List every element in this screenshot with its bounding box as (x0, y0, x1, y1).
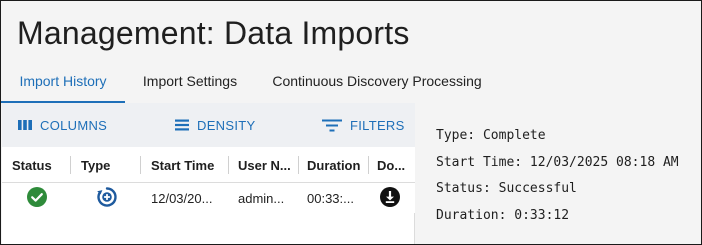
column-header-status[interactable]: Status (12, 147, 68, 183)
table-row[interactable]: 12/03/20... admin... 00:33:... (2, 183, 415, 213)
detail-type: Type: Complete (436, 128, 546, 143)
filter-icon (322, 119, 342, 132)
filters-button[interactable]: FILTERS (322, 103, 405, 147)
start-time-cell: 12/03/20... (151, 190, 213, 206)
detail-start-time: Start Time: 12/03/2025 08:18 AM (436, 154, 679, 170)
duration-cell: 00:33:... (307, 190, 354, 206)
detail-duration: Duration: 0:33:12 (436, 207, 570, 223)
grid-toolbar: COLUMNS DENSITY FILTERS (2, 103, 415, 147)
column-separator[interactable] (70, 156, 71, 174)
filters-label: FILTERS (350, 117, 405, 133)
tab-import-history[interactable]: Import History (1, 59, 125, 103)
tab-bar: Import History Import Settings Continuou… (1, 59, 701, 103)
import-type-icon (96, 186, 118, 211)
import-details-panel: Type: Complete Start Time: 12/03/2025 08… (436, 123, 701, 229)
column-header-type[interactable]: Type (81, 147, 131, 183)
columns-icon (18, 119, 32, 131)
download-cell (368, 183, 412, 213)
column-header-user-name[interactable]: User N... (238, 147, 298, 183)
status-cell (2, 183, 72, 213)
column-header-start-time[interactable]: Start Time (151, 147, 229, 183)
column-separator[interactable] (368, 156, 369, 174)
app-window: Management: Data Imports Import History … (0, 0, 702, 245)
density-icon (175, 119, 189, 131)
detail-status: Status: Successful (436, 181, 577, 196)
import-history-grid: COLUMNS DENSITY FILTERS Status Type Star… (2, 103, 415, 244)
column-separator[interactable] (298, 156, 299, 174)
column-separator[interactable] (140, 156, 141, 174)
column-separator[interactable] (228, 156, 229, 174)
tab-continuous-discovery-processing[interactable]: Continuous Discovery Processing (255, 59, 499, 103)
grid-header-row: Status Type Start Time User N... Duratio… (2, 147, 415, 183)
density-button[interactable]: DENSITY (175, 103, 255, 147)
user-name-cell: admin... (238, 190, 285, 206)
check-circle-icon (27, 186, 47, 210)
columns-button[interactable]: COLUMNS (18, 103, 107, 147)
columns-label: COLUMNS (40, 117, 108, 133)
column-header-download[interactable]: Do... (377, 147, 413, 183)
download-icon[interactable] (380, 186, 400, 210)
type-cell (72, 183, 142, 213)
page-title: Management: Data Imports (17, 15, 410, 51)
tab-import-settings[interactable]: Import Settings (125, 59, 255, 103)
column-header-duration[interactable]: Duration (307, 147, 367, 183)
density-label: DENSITY (197, 117, 256, 133)
